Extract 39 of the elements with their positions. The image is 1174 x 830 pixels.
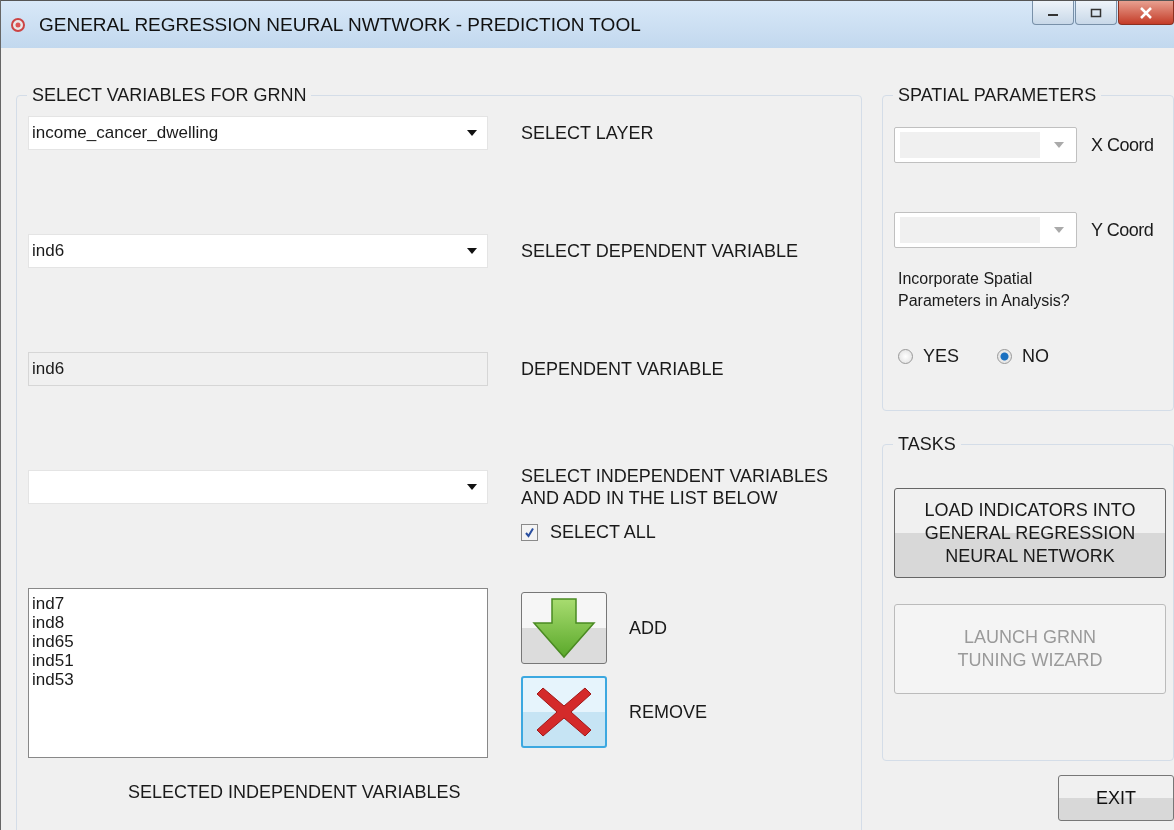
radio-option[interactable]: YES <box>898 346 960 367</box>
question-text: Incorporate Spatial Parameters in Analysis? <box>898 269 1071 311</box>
maximize-button[interactable] <box>1075 1 1117 25</box>
maximize-icon <box>1090 7 1102 18</box>
caret-icon <box>467 130 477 136</box>
select-all-checkbox[interactable]: SELECT ALL <box>521 522 861 543</box>
variables-list[interactable]: ind7 ind8 ind65 ind51 ind53 <box>28 588 488 758</box>
layer-label: SELECT LAYER <box>521 123 654 144</box>
independent-label: SELECT INDEPENDENT VARIABLES AND ADD IN THE LIST BELOW <box>521 465 830 509</box>
layer-dropdown[interactable]: income_cancer_dwelling <box>28 116 488 150</box>
down-arrow-icon <box>532 597 596 659</box>
list-caption: SELECTED INDEPENDENT VARIABLES <box>128 782 462 803</box>
list-item[interactable]: ind8 <box>32 613 487 632</box>
dependent-label: SELECT DEPENDENT VARIABLE <box>521 241 799 262</box>
check-icon <box>524 527 535 538</box>
add-label: ADD <box>629 617 667 639</box>
list-item[interactable]: ind65 <box>32 632 487 651</box>
dependent-dropdown[interactable]: ind6 <box>28 234 488 268</box>
remove-button[interactable] <box>521 676 607 748</box>
dependent-field[interactable]: ind6 <box>28 352 488 386</box>
coordinate-label: X Coord <box>1091 134 1154 156</box>
caret-icon <box>1054 227 1064 233</box>
dependent-variable-label: DEPENDENT VARIABLE <box>521 359 724 380</box>
exit-button[interactable]: EXIT <box>1058 775 1174 821</box>
close-button[interactable] <box>1118 1 1174 25</box>
add-button[interactable] <box>521 592 607 664</box>
remove-label: REMOVE <box>629 701 707 723</box>
task-button[interactable]: LOAD INDICATORS INTO GENERAL REGRESSION NEURAL NETWORK <box>894 488 1166 578</box>
caret-icon <box>1054 142 1064 148</box>
caret-icon <box>467 248 477 254</box>
caret-icon <box>467 484 477 490</box>
radio-option[interactable]: NO <box>997 346 1050 367</box>
list-item[interactable]: ind7 <box>32 594 487 613</box>
coordinate-label: Y Coord <box>1091 219 1154 241</box>
app-icon <box>11 17 25 32</box>
list-item[interactable]: ind51 <box>32 651 487 670</box>
window-title: GENERAL REGRESSION NEURAL NWTWORK - PREDICTION TOOL <box>39 13 641 36</box>
list-item[interactable]: ind53 <box>32 670 487 689</box>
close-icon <box>1139 6 1153 19</box>
